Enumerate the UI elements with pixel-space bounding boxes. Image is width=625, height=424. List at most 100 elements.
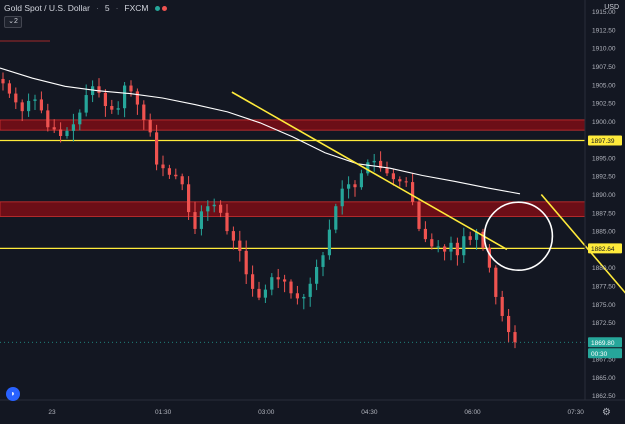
source-label: FXCM	[124, 3, 149, 13]
candle-body	[251, 274, 255, 289]
candle-body	[135, 91, 139, 105]
candle-body	[167, 168, 171, 175]
candle-body	[462, 236, 466, 256]
interval-label[interactable]: 5	[105, 3, 110, 13]
symbol-header: Gold Spot / U.S. Dollar · 5 · FXCM	[4, 3, 169, 13]
candle-body	[148, 119, 152, 133]
time-tick-label: 06:00	[464, 409, 481, 416]
candle-body	[347, 184, 351, 189]
candle-body	[46, 110, 50, 128]
candle-body	[97, 86, 101, 93]
candle-body	[244, 250, 248, 275]
candle-body	[52, 127, 56, 130]
time-tick-label: 03:00	[258, 409, 275, 416]
candle-body	[449, 242, 453, 252]
candle-body	[206, 206, 210, 212]
candle-body	[366, 162, 370, 174]
candle-body	[404, 181, 408, 183]
candle-body	[155, 132, 159, 165]
candle-body	[238, 240, 242, 251]
candle-body	[180, 176, 184, 185]
price-tag-last: 1869.80	[591, 340, 615, 347]
price-tag-middle: 1882.64	[591, 246, 615, 253]
candle-body	[103, 92, 107, 107]
candle-body	[78, 112, 82, 125]
candle-body	[270, 277, 274, 290]
candle-body	[65, 130, 69, 137]
gear-icon[interactable]: ⚙	[602, 407, 611, 418]
candle-body	[417, 201, 421, 229]
candle-body	[110, 106, 114, 110]
candle-body	[116, 108, 120, 110]
candle-body	[411, 182, 415, 202]
time-tick-label: 04:30	[361, 409, 378, 416]
candle-body	[327, 229, 331, 256]
candle-body	[385, 168, 389, 174]
price-chart[interactable]: 1915.001912.501910.001907.501905.001902.…	[0, 0, 625, 424]
candle-body	[468, 236, 472, 240]
candle-body	[321, 255, 325, 267]
candle-body	[84, 95, 88, 113]
candle-body	[129, 85, 133, 92]
candle-body	[340, 188, 344, 207]
indicator-count: 2	[13, 18, 18, 25]
candle-body	[283, 279, 287, 282]
candle-body	[231, 231, 235, 241]
candle-body	[302, 296, 306, 299]
price-tick-label: 1890.00	[592, 192, 616, 199]
candle-body	[494, 267, 498, 297]
candle-body	[174, 174, 178, 177]
price-tick-label: 1902.50	[592, 101, 616, 108]
candle-body	[276, 277, 280, 280]
indicator-toggle[interactable]: ⌄2	[4, 16, 22, 28]
candle-body	[187, 184, 191, 213]
market-status-icon	[154, 3, 169, 13]
candle-body	[219, 204, 223, 213]
price-tick-label: 1895.00	[592, 155, 616, 162]
candle-body	[436, 246, 440, 248]
header-separator: ·	[115, 3, 119, 13]
candle-body	[193, 212, 197, 229]
supply-zone	[0, 119, 586, 131]
price-tick-label: 1887.50	[592, 210, 616, 217]
candle-body	[39, 99, 43, 111]
candle-body	[289, 281, 293, 294]
candle-body	[315, 266, 319, 284]
candle-body	[359, 173, 363, 188]
candle-body	[225, 212, 229, 232]
countdown-tag: 00:30	[591, 351, 608, 358]
price-tick-label: 1910.00	[592, 46, 616, 53]
candle-body	[295, 293, 299, 299]
price-tick-label: 1877.50	[592, 283, 616, 290]
price-tick-label: 1875.00	[592, 302, 616, 309]
candle-body	[71, 124, 75, 131]
price-tick-label: 1912.50	[592, 27, 616, 34]
price-tick-label: 1900.00	[592, 119, 616, 126]
candle-body	[33, 99, 37, 101]
candle-body	[353, 184, 357, 188]
price-tick-label: 1880.00	[592, 265, 616, 272]
symbol-name[interactable]: Gold Spot / U.S. Dollar	[4, 3, 90, 13]
tradingview-logo-icon[interactable]: ◗	[6, 387, 20, 401]
time-tick-label: 01:30	[155, 409, 172, 416]
candle-body	[1, 78, 5, 84]
candle-body	[59, 129, 63, 137]
candle-body	[257, 288, 261, 298]
candle-body	[123, 85, 127, 109]
candle-body	[500, 296, 504, 316]
price-tick-label: 1872.50	[592, 320, 616, 327]
candle-body	[142, 104, 146, 120]
candle-body	[513, 332, 517, 343]
header-separator: ·	[95, 3, 99, 13]
price-tick-label: 1885.00	[592, 229, 616, 236]
price-tick-label: 1862.50	[592, 393, 616, 400]
candle-body	[423, 228, 427, 240]
candle-body	[308, 283, 312, 297]
candle-body	[263, 289, 267, 298]
price-tick-label: 1865.00	[592, 375, 616, 382]
candle-body	[161, 164, 165, 169]
candle-body	[20, 102, 24, 112]
candle-body	[27, 100, 31, 112]
price-tag-upper: 1897.39	[591, 138, 615, 145]
price-tick-label: 1892.50	[592, 174, 616, 181]
